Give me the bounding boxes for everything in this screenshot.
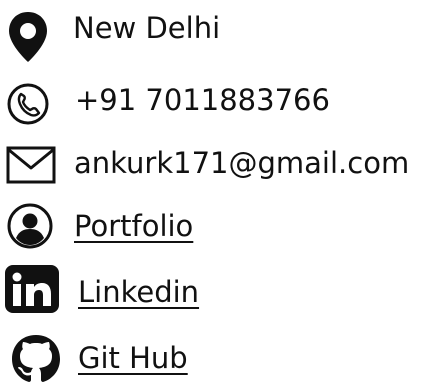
github-icon xyxy=(12,335,60,382)
phone-text: +91 7011883766 xyxy=(75,83,330,117)
contact-email: ankurk171@gmail.com xyxy=(0,135,425,191)
location-text: New Delhi xyxy=(73,11,221,45)
user-icon xyxy=(7,203,53,249)
mail-icon xyxy=(6,146,56,184)
location-pin-icon xyxy=(9,12,47,62)
portfolio-link[interactable]: Portfolio xyxy=(74,208,193,244)
linkedin-link[interactable]: Linkedin xyxy=(78,274,199,310)
contact-location: New Delhi xyxy=(0,0,425,62)
contact-phone: +91 7011883766 xyxy=(0,72,425,128)
contact-portfolio[interactable]: Portfolio xyxy=(0,198,425,254)
email-text: ankurk171@gmail.com xyxy=(74,146,410,180)
contact-github[interactable]: Git Hub xyxy=(0,330,425,386)
linkedin-icon xyxy=(5,265,59,313)
phone-icon xyxy=(7,83,49,125)
github-link[interactable]: Git Hub xyxy=(78,340,188,376)
contact-linkedin[interactable]: Linkedin xyxy=(0,264,425,320)
